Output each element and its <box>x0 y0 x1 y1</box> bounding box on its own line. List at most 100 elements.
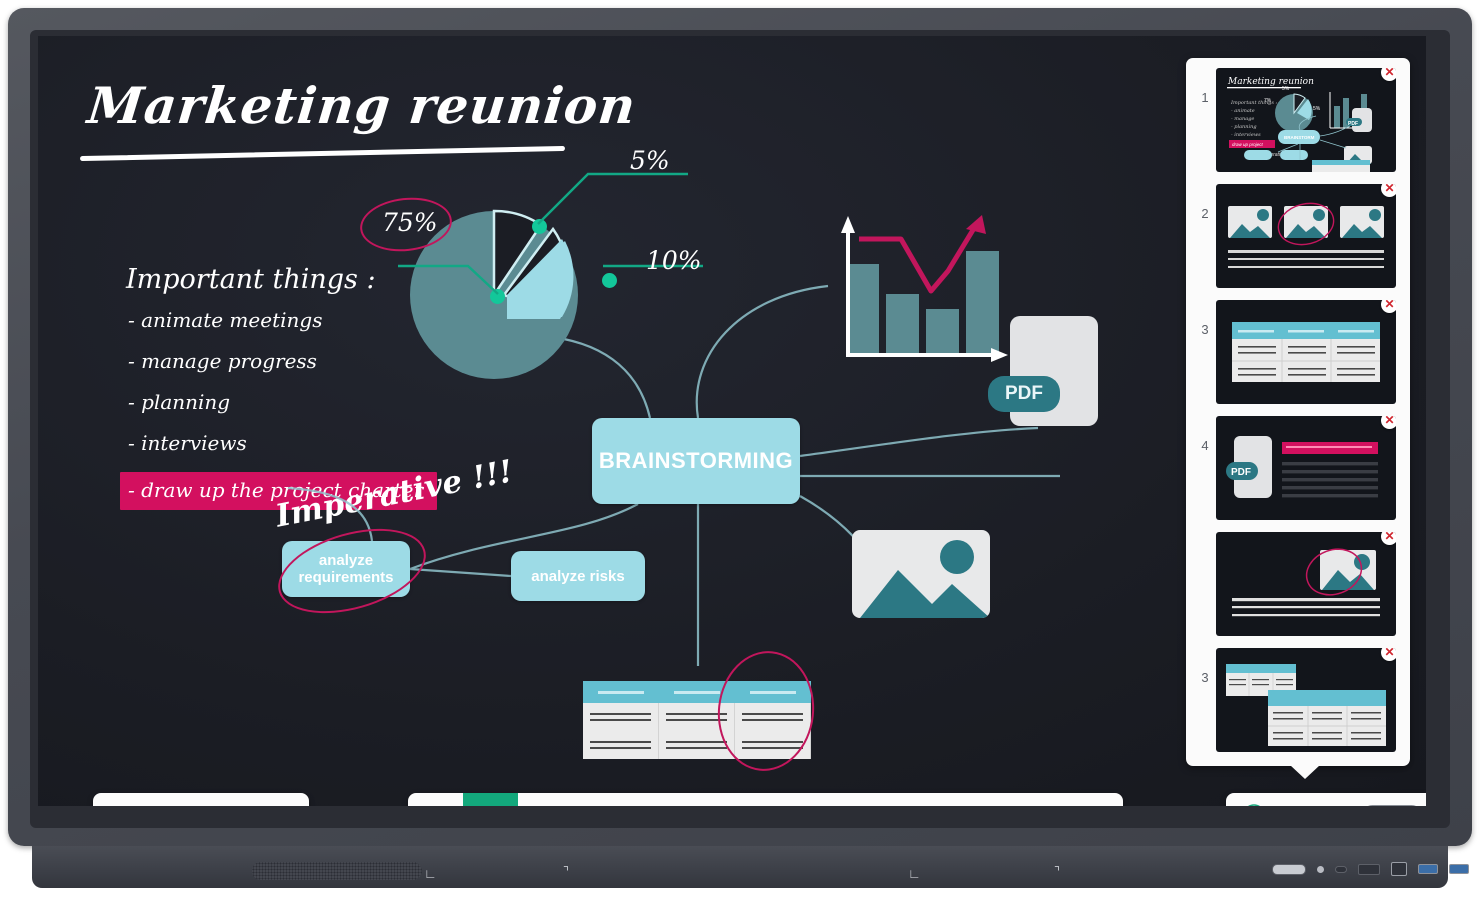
quit-button[interactable]: Quitter <box>147 793 201 806</box>
svg-text:Important things :: Important things : <box>1230 100 1278 106</box>
hand-icon <box>920 805 942 806</box>
ruler-tool[interactable]: Règle <box>628 793 683 806</box>
thumbnail-row[interactable]: 4 ✕ PDF <box>1194 416 1402 520</box>
thumbnail-close-icon[interactable]: ✕ <box>1381 300 1396 313</box>
previous-page-button[interactable]: Précédent <box>1282 793 1344 806</box>
thumbnail-close-icon[interactable]: ✕ <box>1381 532 1396 545</box>
share-button[interactable]: Partager <box>201 793 255 806</box>
corner-mark-center: ⌝ <box>563 864 570 879</box>
corner-mark-right2: ⌝ <box>1054 864 1061 879</box>
thumbnail-close-icon[interactable]: ✕ <box>1381 184 1396 197</box>
eraser-tool[interactable]: Gomme <box>518 793 573 806</box>
redo-button[interactable]: Refaire <box>1068 793 1123 806</box>
add-page-button[interactable]: Ajouter <box>1226 793 1282 806</box>
undo-icon <box>1030 805 1052 807</box>
svg-text:- interviews: - interviews <box>1231 132 1261 138</box>
pie-point-75 <box>490 289 505 304</box>
main-toolbar[interactable]: Sélectionner Stylo Gomme Nettoie tout <box>408 793 1123 806</box>
shape-icon <box>700 805 722 807</box>
thumbnail-preview[interactable]: ✕ <box>1216 184 1396 288</box>
thumbnail-row[interactable]: 3 ✕ <box>1194 648 1402 752</box>
thumbnail-number: 1 <box>1201 90 1209 105</box>
thumb-table <box>1232 322 1380 382</box>
notes-tool[interactable]: Notes <box>848 793 903 806</box>
left-toolbar[interactable]: Menu Quitter Partager Liste <box>93 793 309 806</box>
formula-icon: Σ±x <box>975 805 997 807</box>
image-mountains <box>860 570 990 618</box>
corner-mark-right: ∟ <box>908 866 921 881</box>
svg-text:draw up project: draw up project <box>1232 142 1264 147</box>
menu-button[interactable]: Menu <box>93 793 147 806</box>
mindmap-icon <box>810 805 832 807</box>
svg-text:- planning: - planning <box>1231 124 1257 130</box>
svg-text:Marketing reunion: Marketing reunion <box>1227 77 1314 87</box>
thumbnail-row[interactable]: 3 ✕ <box>1194 300 1402 404</box>
thumbnail-preview[interactable]: ✕ PDF <box>1216 416 1396 520</box>
thumb-pdf-lines: PDF <box>1226 436 1378 498</box>
pie-point-10 <box>602 273 617 288</box>
pie-label-10: 10% <box>646 246 702 275</box>
title-underline <box>80 145 565 162</box>
page-thumbnails-panel[interactable]: 1 ✕ Marketing reunion 5% 5% 7% Important… <box>1186 58 1410 779</box>
thumbnail-row[interactable]: 2 ✕ <box>1194 184 1402 288</box>
share-qr-icon <box>217 805 239 807</box>
pdf-badge: PDF <box>988 376 1060 412</box>
image-placeholder-object[interactable] <box>852 530 990 618</box>
ruler-icon <box>645 805 667 806</box>
table-cell <box>583 703 659 731</box>
thumb-two-tables <box>1226 664 1386 746</box>
preview-tool[interactable]: Aperçu <box>903 793 958 806</box>
list-item: - animate meetings <box>128 308 323 332</box>
thumbnail-number: 3 <box>1201 322 1209 337</box>
pen-tool[interactable]: Stylo <box>463 793 518 806</box>
thumbnail-number: 3 <box>1201 670 1209 685</box>
hdmi-port <box>1358 863 1380 875</box>
device-bottom-bar <box>32 846 1448 888</box>
node-analyze-risks[interactable]: analyze risks <box>511 551 645 601</box>
usb-a-port-2 <box>1449 864 1469 874</box>
svg-text:5%: 5% <box>1313 106 1321 112</box>
select-tool[interactable]: Sélectionner <box>408 793 463 806</box>
page-count-control[interactable]: 1/10 Nombre de pages <box>1344 793 1426 806</box>
thumb-image-lines <box>1232 548 1380 617</box>
thumbnail-preview[interactable]: ✕ <box>1216 532 1396 636</box>
list-item: - interviews <box>128 431 247 455</box>
list-button[interactable]: Liste <box>255 793 309 806</box>
thumbnail-preview[interactable]: ✕ <box>1216 648 1396 752</box>
thumb-three-images <box>1228 202 1384 268</box>
indicator-led <box>1317 865 1324 873</box>
svg-text:- animate: - animate <box>1231 108 1255 114</box>
redo-icon <box>1085 805 1107 807</box>
mindmap-tool[interactable]: Dérange <box>793 793 848 806</box>
table-tool[interactable]: Tableau <box>738 793 793 806</box>
clear-all-tool[interactable]: Nettoie tout <box>573 793 628 806</box>
thumbnail-number <box>1194 532 1216 554</box>
thumbnail-row[interactable]: 1 ✕ Marketing reunion 5% 5% 7% Important… <box>1194 68 1402 172</box>
pen-icon <box>480 805 502 807</box>
interactive-whiteboard-device: Marketing reunion Important things : - a… <box>0 0 1480 900</box>
node-brainstorming[interactable]: BRAINSTORMING <box>592 418 800 504</box>
formula-tool[interactable]: Σ±x Formule <box>958 793 1013 806</box>
page-indicator[interactable]: 1/10 <box>1362 804 1422 806</box>
thumbnail-number: 2 <box>1201 206 1209 221</box>
list-item: - planning <box>128 390 231 414</box>
undo-button[interactable]: Annuler <box>1013 793 1068 806</box>
bar-chart[interactable] <box>806 191 1021 371</box>
plus-circle-icon <box>1242 803 1266 806</box>
thumbnail-row[interactable]: ✕ <box>1194 532 1402 636</box>
page-nav-toolbar[interactable]: Ajouter Précédent 1/10 Nombre de pages S… <box>1226 793 1426 806</box>
table-header-cell <box>583 681 659 703</box>
thumbnail-preview[interactable]: ✕ Marketing reunion 5% 5% 7% Important t… <box>1216 68 1396 172</box>
chevron-left-icon <box>1302 804 1324 806</box>
speaker-grille <box>252 862 422 880</box>
thumbnail-preview[interactable]: ✕ <box>1216 300 1396 404</box>
thumbnail-close-icon[interactable]: ✕ <box>1381 648 1396 661</box>
thumbnail-close-icon[interactable]: ✕ <box>1381 68 1396 81</box>
list-icon <box>271 805 293 807</box>
screen: Marketing reunion Important things : - a… <box>38 36 1426 806</box>
usb-c-port <box>1335 865 1347 873</box>
table-cell <box>583 731 659 759</box>
table-icon <box>755 805 777 807</box>
thumbnail-close-icon[interactable]: ✕ <box>1381 416 1396 429</box>
shape-tool[interactable]: Forme <box>683 793 738 806</box>
